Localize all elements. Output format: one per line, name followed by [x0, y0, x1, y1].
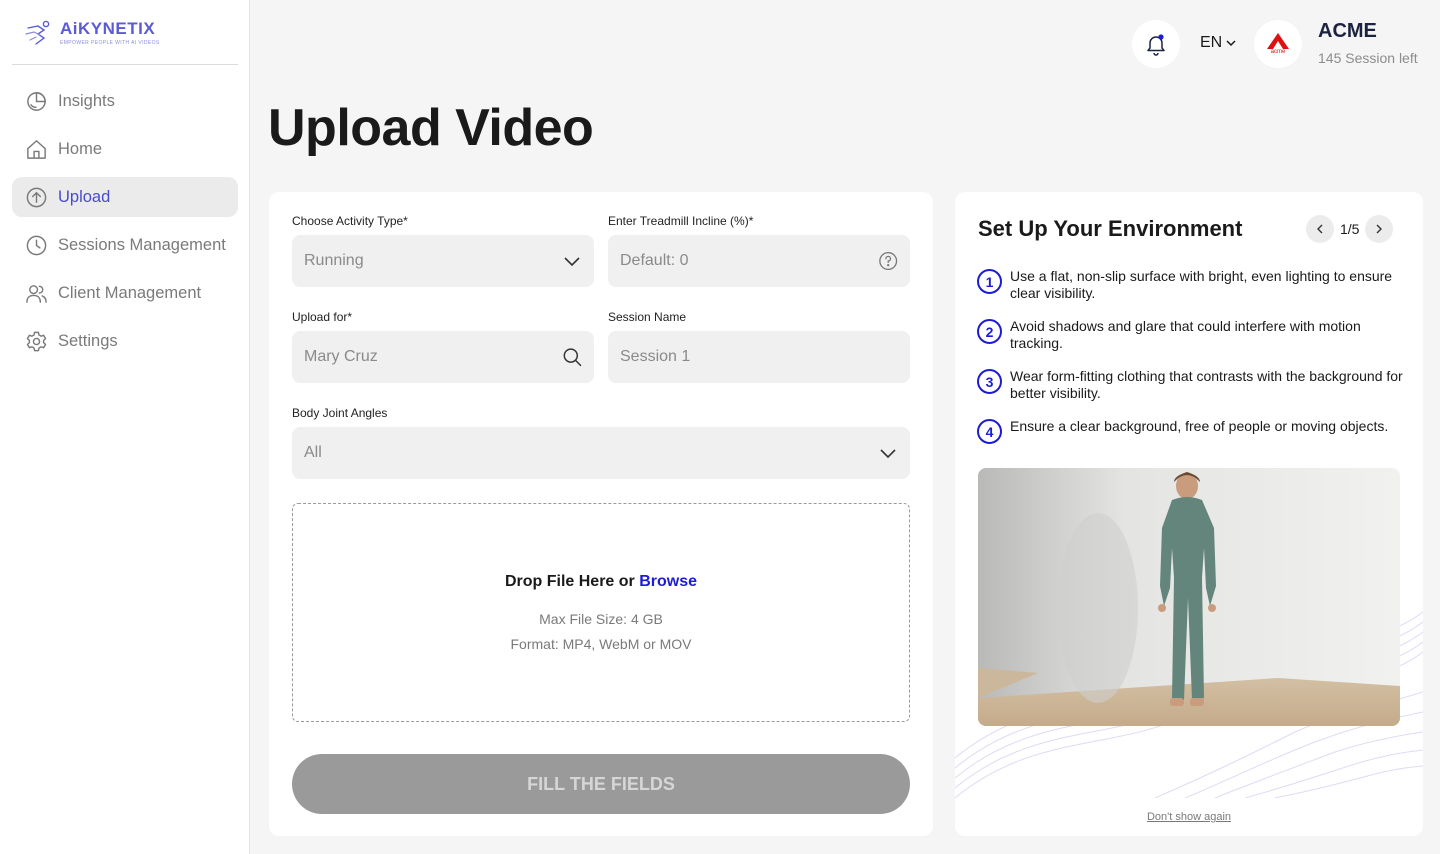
bell-icon: [1147, 34, 1165, 56]
sidebar-item-settings[interactable]: Settings: [12, 321, 238, 361]
sidebar-item-label: Sessions Management: [58, 235, 226, 254]
tip-text: Use a flat, non-slip surface with bright…: [1010, 268, 1393, 301]
step-number: 4: [977, 419, 1002, 444]
sidebar-item-label: Client Management: [58, 283, 202, 302]
insights-icon: [24, 89, 48, 113]
sidebar-item-label: Upload: [58, 187, 111, 206]
org-avatar[interactable]: acme: [1254, 20, 1302, 68]
person-standing-illustration: [978, 468, 1400, 726]
sidebar-item-client-management[interactable]: Client Management: [12, 273, 238, 313]
language-select[interactable]: EN: [1200, 34, 1237, 52]
chevron-left-icon: [1317, 224, 1323, 234]
users-icon: [24, 281, 48, 305]
list-item: 2 Avoid shadows and glare that could int…: [977, 318, 1407, 352]
list-item: 1 Use a flat, non-slip surface with brig…: [977, 268, 1407, 302]
sidebar-item-label: Home: [58, 139, 103, 158]
sidebar-item-label: Settings: [58, 331, 118, 350]
runner-logo-icon: [25, 20, 50, 45]
dont-show-again-link[interactable]: Don't show again: [955, 811, 1423, 823]
brand-tagline: EMPOWER PEOPLE WITH AI VIDEOS: [60, 40, 160, 46]
upload-icon: [24, 185, 48, 209]
sidebar-item-label: Insights: [58, 91, 115, 110]
joint-angles-label: Body Joint Angles: [292, 406, 388, 420]
environment-card: Set Up Your Environment 1/5 1 Use a flat…: [955, 192, 1423, 836]
help-circle-icon[interactable]: [878, 250, 898, 272]
gear-icon: [24, 329, 48, 353]
environment-title: Set Up Your Environment: [978, 216, 1243, 241]
acme-logo-icon: [1267, 33, 1289, 49]
upload-for-field: [292, 331, 594, 383]
tip-text: Avoid shadows and glare that could inter…: [1010, 318, 1361, 351]
joint-angles-select[interactable]: All: [292, 427, 910, 479]
brand-logo[interactable]: AiKYNETIX EMPOWER PEOPLE WITH AI VIDEOS: [24, 20, 160, 46]
session-name-input[interactable]: [620, 348, 898, 366]
file-formats: Format: MP4, WebM or MOV: [510, 636, 692, 652]
notifications-button[interactable]: [1132, 20, 1180, 68]
environment-example-photo: [978, 468, 1400, 726]
home-icon: [24, 137, 48, 161]
dropzone-title: Drop File Here or Browse: [293, 573, 909, 591]
sidebar-divider: [12, 64, 238, 65]
chevron-down-icon: [880, 449, 896, 459]
session-name-label: Session Name: [608, 310, 687, 324]
dropzone-title-text: Drop File Here or: [504, 573, 635, 590]
chevron-right-icon: [1376, 224, 1383, 234]
joint-angles-value: All: [304, 444, 322, 461]
chevron-down-icon: [1226, 40, 1236, 47]
sidebar-item-upload[interactable]: Upload: [12, 177, 238, 217]
incline-label: Enter Treadmill Incline (%)*: [608, 214, 754, 228]
org-name: ACME: [1318, 20, 1377, 42]
brand-name: AiKYNETIX: [60, 19, 156, 38]
step-number: 3: [977, 369, 1002, 394]
submit-button[interactable]: FILL THE FIELDS: [292, 754, 910, 814]
org-logo-text: acme: [1270, 49, 1286, 55]
prev-button[interactable]: [1306, 215, 1334, 243]
tips-list: 1 Use a flat, non-slip surface with brig…: [977, 268, 1407, 460]
file-dropzone[interactable]: Drop File Here or Browse Max File Size: …: [292, 503, 910, 722]
tip-text: Wear form-fitting clothing that contrast…: [1010, 368, 1403, 401]
activity-type-value: Running: [304, 252, 364, 269]
activity-type-label: Choose Activity Type*: [292, 214, 408, 228]
incline-input[interactable]: [620, 252, 878, 270]
upload-form-card: Choose Activity Type* Running Enter Trea…: [269, 192, 933, 836]
clock-icon: [24, 233, 48, 257]
tip-text: Ensure a clear background, free of peopl…: [1010, 418, 1389, 434]
list-item: 3 Wear form-fitting clothing that contra…: [977, 368, 1407, 402]
sidebar-item-home[interactable]: Home: [12, 129, 238, 169]
sessions-left: 145 Session left: [1318, 50, 1418, 66]
tips-pager: 1/5: [1306, 215, 1394, 243]
activity-type-select[interactable]: Running: [292, 235, 594, 287]
search-icon[interactable]: [562, 346, 582, 368]
page-title: Upload Video: [268, 99, 594, 157]
upload-for-input[interactable]: [304, 348, 562, 366]
step-number: 1: [977, 269, 1002, 294]
sidebar-item-insights[interactable]: Insights: [12, 81, 238, 121]
browse-link[interactable]: Browse: [639, 573, 697, 590]
sidebar: AiKYNETIX EMPOWER PEOPLE WITH AI VIDEOS …: [0, 0, 250, 854]
next-button[interactable]: [1365, 215, 1394, 243]
language-label: EN: [1200, 34, 1223, 51]
list-item: 4 Ensure a clear background, free of peo…: [977, 418, 1407, 444]
incline-field: [608, 235, 910, 287]
session-name-field: [608, 331, 910, 383]
max-file-size: Max File Size: 4 GB: [539, 611, 663, 627]
step-number: 2: [977, 319, 1002, 344]
sidebar-item-sessions-management[interactable]: Sessions Management: [12, 225, 238, 265]
page-indicator: 1/5: [1340, 221, 1360, 237]
chevron-down-icon: [564, 257, 580, 267]
sidebar-nav: Insights Home Upload Sessions Management…: [12, 81, 238, 369]
upload-for-label: Upload for*: [292, 310, 353, 324]
